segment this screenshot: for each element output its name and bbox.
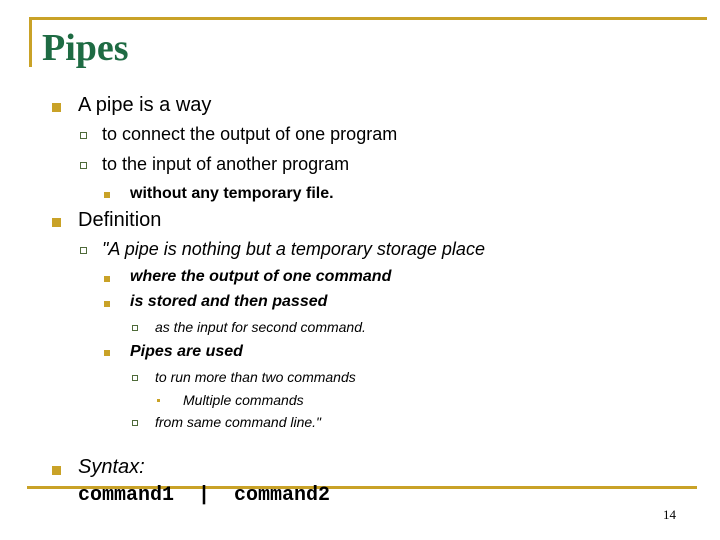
- bullet-text: "A pipe is nothing but a temporary stora…: [102, 239, 485, 259]
- bullet-text: to connect the output of one program: [102, 124, 398, 144]
- bullet-text: Definition: [78, 209, 162, 231]
- title-top-rule: [29, 17, 707, 20]
- square-bullet-icon: [52, 103, 61, 112]
- bullet-text: without any temporary file.: [130, 185, 334, 202]
- small-square-bullet-icon: [157, 399, 160, 402]
- bullet-text: Syntax:: [78, 456, 145, 478]
- bullet-text: is stored and then passed: [130, 293, 328, 310]
- hollow-box-bullet-icon: [132, 420, 138, 426]
- square-bullet-icon: [104, 192, 110, 198]
- hollow-box-bullet-icon: [132, 375, 138, 381]
- bullet-text: from same command line.": [155, 414, 322, 430]
- bullet-text: Multiple commands: [183, 392, 304, 408]
- bullet-text: as the input for second command.: [155, 319, 366, 335]
- bullet-text: where the output of one command: [130, 268, 392, 285]
- bullet-text: to run more than two commands: [155, 369, 356, 385]
- page-number: 14: [663, 507, 676, 522]
- slide-title: Pipes: [42, 27, 129, 69]
- square-bullet-icon: [52, 466, 61, 475]
- square-bullet-icon: [52, 218, 61, 227]
- hollow-box-bullet-icon: [80, 162, 87, 169]
- hollow-box-bullet-icon: [80, 132, 87, 139]
- syntax-code: command1 | command2: [78, 484, 331, 507]
- square-bullet-icon: [104, 350, 110, 356]
- square-bullet-icon: [104, 276, 110, 282]
- hollow-box-bullet-icon: [80, 247, 87, 254]
- bullet-text: Pipes are used: [130, 343, 243, 360]
- hollow-box-bullet-icon: [132, 325, 138, 331]
- title-left-rule: [29, 17, 32, 67]
- bullet-text: to the input of another program: [102, 154, 350, 174]
- bullet-text: A pipe is a way: [78, 94, 212, 116]
- square-bullet-icon: [104, 301, 110, 307]
